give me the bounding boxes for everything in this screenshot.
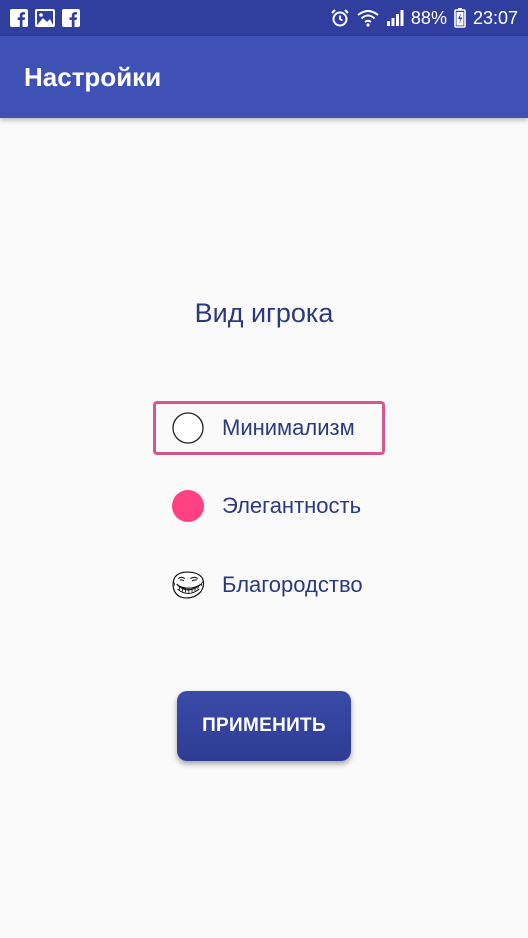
option-elegance[interactable]: Элегантность bbox=[153, 479, 385, 533]
empty-circle-icon bbox=[171, 411, 205, 445]
gallery-icon bbox=[35, 9, 55, 27]
option-nobility[interactable]: Благородство bbox=[153, 558, 385, 612]
battery-percent: 88% bbox=[410, 8, 447, 28]
trollface-icon bbox=[171, 568, 205, 602]
clock: 23:07 bbox=[472, 8, 518, 28]
wifi-icon bbox=[357, 9, 379, 27]
app-bar: Настройки bbox=[0, 36, 528, 118]
apply-button[interactable]: ПРИМЕНИТЬ bbox=[177, 691, 351, 761]
facebook-icon bbox=[62, 9, 80, 27]
section-title: Вид игрока bbox=[194, 298, 334, 328]
notification-icons bbox=[10, 9, 80, 27]
alarm-icon bbox=[330, 8, 350, 28]
status-bar: 88% 23:07 bbox=[0, 0, 528, 36]
option-label: Благородство bbox=[222, 572, 363, 597]
facebook-icon bbox=[10, 9, 28, 27]
system-status: 88% 23:07 bbox=[330, 8, 518, 28]
signal-icon bbox=[386, 9, 404, 27]
battery-icon bbox=[454, 8, 466, 28]
option-minimalism[interactable]: Минимализм bbox=[153, 401, 385, 455]
page-title: Настройки bbox=[24, 61, 162, 92]
option-label: Минимализм bbox=[222, 415, 355, 440]
option-label: Элегантность bbox=[222, 493, 362, 518]
pink-dot-icon bbox=[171, 489, 205, 523]
